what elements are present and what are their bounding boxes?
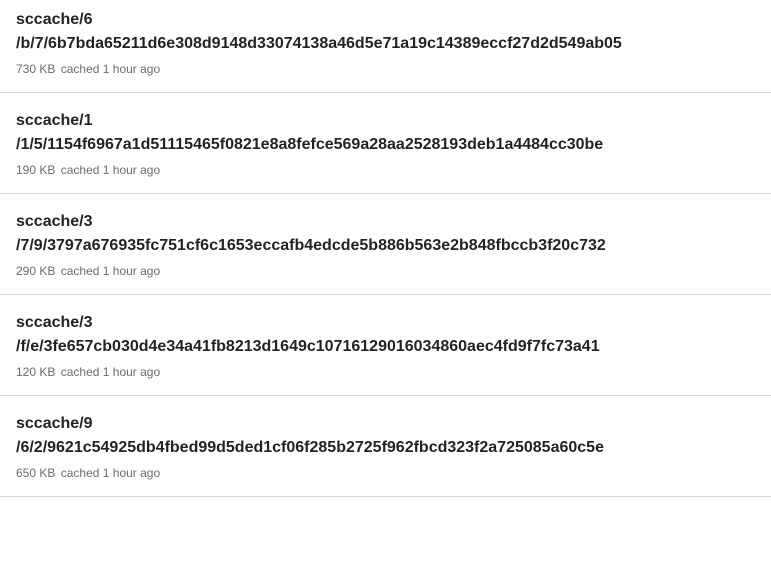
cache-size: 650 KB [16, 466, 55, 480]
cache-item: sccache/9 /6/2/9621c54925db4fbed99d5ded1… [0, 396, 771, 497]
cache-size: 730 KB [16, 62, 55, 76]
cache-title[interactable]: sccache/1 /1/5/1154f6967a1d51115465f0821… [16, 109, 755, 157]
cache-key-line2: /f/e/3fe657cb030d4e34a41fb8213d1649c1071… [16, 338, 600, 355]
cache-item: sccache/6 /b/7/6b7bda65211d6e308d9148d33… [0, 0, 771, 93]
cache-cached-label: cached [61, 62, 100, 76]
cache-meta: 120 KB cached 1 hour ago [16, 365, 755, 379]
cache-size: 190 KB [16, 163, 55, 177]
cache-key-line1: sccache/3 [16, 314, 93, 331]
cache-key-line1: sccache/1 [16, 112, 93, 129]
cache-meta: 730 KB cached 1 hour ago [16, 62, 755, 76]
cache-size: 120 KB [16, 365, 55, 379]
cache-meta: 650 KB cached 1 hour ago [16, 466, 755, 480]
cache-list: sccache/6 /b/7/6b7bda65211d6e308d9148d33… [0, 0, 771, 497]
cache-key-line2: /1/5/1154f6967a1d51115465f0821e8a8fefce5… [16, 136, 603, 153]
cache-time-ago: 1 hour ago [103, 264, 160, 278]
cache-title[interactable]: sccache/6 /b/7/6b7bda65211d6e308d9148d33… [16, 8, 755, 56]
cache-item: sccache/3 /7/9/3797a676935fc751cf6c1653e… [0, 194, 771, 295]
cache-cached-label: cached [61, 264, 100, 278]
cache-key-line2: /7/9/3797a676935fc751cf6c1653eccafb4edcd… [16, 237, 606, 254]
cache-meta: 290 KB cached 1 hour ago [16, 264, 755, 278]
cache-time-ago: 1 hour ago [103, 466, 160, 480]
cache-time-ago: 1 hour ago [103, 163, 160, 177]
cache-key-line1: sccache/9 [16, 415, 93, 432]
cache-key-line1: sccache/3 [16, 213, 93, 230]
cache-key-line1: sccache/6 [16, 11, 93, 28]
cache-time-ago: 1 hour ago [103, 365, 160, 379]
cache-cached-label: cached [61, 163, 100, 177]
cache-title[interactable]: sccache/3 /f/e/3fe657cb030d4e34a41fb8213… [16, 311, 755, 359]
cache-cached-label: cached [61, 466, 100, 480]
cache-title[interactable]: sccache/3 /7/9/3797a676935fc751cf6c1653e… [16, 210, 755, 258]
cache-item: sccache/1 /1/5/1154f6967a1d51115465f0821… [0, 93, 771, 194]
cache-key-line2: /6/2/9621c54925db4fbed99d5ded1cf06f285b2… [16, 439, 604, 456]
cache-size: 290 KB [16, 264, 55, 278]
cache-item: sccache/3 /f/e/3fe657cb030d4e34a41fb8213… [0, 295, 771, 396]
cache-title[interactable]: sccache/9 /6/2/9621c54925db4fbed99d5ded1… [16, 412, 755, 460]
cache-cached-label: cached [61, 365, 100, 379]
cache-time-ago: 1 hour ago [103, 62, 160, 76]
cache-meta: 190 KB cached 1 hour ago [16, 163, 755, 177]
cache-key-line2: /b/7/6b7bda65211d6e308d9148d33074138a46d… [16, 35, 622, 52]
